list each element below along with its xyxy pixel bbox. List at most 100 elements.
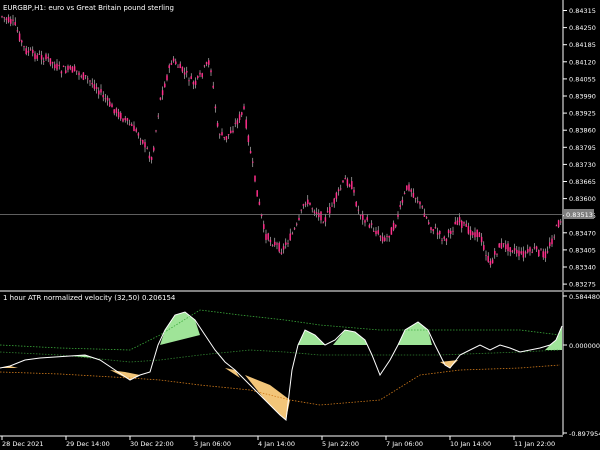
candle-body <box>32 49 34 54</box>
time-tick-label: 11 Jan 22:00 <box>514 440 555 448</box>
candle-body <box>549 242 551 247</box>
candle-body <box>71 66 74 73</box>
candle-body <box>544 251 547 259</box>
candle-body <box>538 249 540 257</box>
candle-body <box>340 188 342 190</box>
candle-body <box>67 65 69 70</box>
candle-body <box>403 193 406 194</box>
candle-body <box>210 70 212 73</box>
candle-body <box>190 76 192 79</box>
price-tick-label: 0.83665 <box>569 178 596 186</box>
candle-body <box>463 222 465 224</box>
current-price-label: 0.83513 <box>566 211 593 219</box>
candle-body <box>54 64 56 69</box>
candle-body <box>113 109 115 114</box>
candle-body <box>320 211 322 221</box>
candle-body <box>65 70 67 73</box>
candle-body <box>289 233 291 241</box>
candle-body <box>489 261 492 265</box>
candle-body <box>201 73 203 77</box>
candle-body <box>60 71 63 74</box>
candle-body <box>408 184 410 191</box>
candle-body <box>518 250 520 257</box>
candle-body <box>100 89 102 93</box>
candle-body <box>168 65 170 68</box>
candle-body <box>560 221 562 223</box>
candle-body <box>472 232 474 236</box>
candle-body <box>280 252 283 254</box>
candle-body <box>227 134 230 136</box>
candle-body <box>150 157 153 160</box>
candle-body <box>27 50 30 53</box>
candle-body <box>447 230 450 234</box>
candle-body <box>465 223 467 227</box>
candle-body <box>496 253 498 255</box>
candle-body <box>309 202 311 205</box>
candle-body <box>467 226 470 234</box>
candle-body <box>172 58 175 62</box>
price-tick-label: 0.83470 <box>569 229 596 237</box>
candle-body <box>307 199 309 204</box>
candle-body <box>359 214 362 216</box>
price-tick-label: 0.83405 <box>569 246 596 254</box>
candle-body <box>254 175 256 182</box>
candle-body <box>43 61 45 62</box>
candle-body <box>474 232 476 238</box>
candle-body <box>524 252 527 254</box>
candle-body <box>399 204 401 208</box>
candle-body <box>401 199 404 203</box>
candle-body <box>183 72 186 75</box>
candle-body <box>441 239 443 241</box>
candle-body <box>98 90 100 95</box>
candle-body <box>265 234 267 240</box>
candle-body <box>89 80 91 82</box>
price-tick-label: 0.83600 <box>569 195 596 203</box>
candle-body <box>412 192 415 198</box>
price-tick-label: 0.83860 <box>569 127 596 135</box>
candle-body <box>443 236 445 239</box>
candle-body <box>115 108 118 113</box>
candle-body <box>155 130 157 132</box>
price-tick-label: 0.84250 <box>569 24 596 32</box>
candle-body <box>390 227 393 235</box>
candle-body <box>432 229 434 232</box>
candle-body <box>216 122 219 127</box>
candle-body <box>73 66 76 72</box>
candle-body <box>395 224 397 227</box>
candle-body <box>80 75 82 77</box>
candle-body <box>373 230 375 232</box>
candle-body <box>95 87 98 89</box>
candle-body <box>337 189 340 192</box>
candle-body <box>188 80 190 82</box>
candle-body <box>342 180 344 183</box>
candle-body <box>1 16 3 18</box>
price-tick-label: 0.83925 <box>569 110 596 118</box>
ind-label-bottom: -0.897954 <box>569 430 600 438</box>
time-tick-label: 28 Dec 2021 <box>2 440 44 448</box>
candle-body <box>485 255 487 256</box>
candle-body <box>271 245 274 247</box>
candle-body <box>357 209 360 211</box>
candle-body <box>348 184 351 187</box>
candle-body <box>69 66 71 69</box>
candle-body <box>199 72 201 75</box>
candle-body <box>520 251 522 254</box>
candle-body <box>7 16 10 23</box>
candle-body <box>137 133 140 136</box>
price-tick-label: 0.83730 <box>569 161 596 169</box>
chart-stage[interactable]: 0.84315 0.84250 0.84185 0.84120 0.84055 0.839… <box>0 0 600 450</box>
candle-body <box>62 65 65 68</box>
candle-body <box>225 136 228 140</box>
candle-body <box>315 212 318 214</box>
candle-body <box>542 251 544 258</box>
candle-body <box>388 235 390 238</box>
candle-body <box>285 242 287 245</box>
candle-body <box>164 83 166 88</box>
candle-body <box>304 203 307 205</box>
candle-body <box>430 227 432 230</box>
candle-body <box>40 55 43 60</box>
candle-body <box>480 236 483 243</box>
candle-body <box>84 75 87 77</box>
candle-body <box>256 190 258 197</box>
candle-body <box>428 222 430 224</box>
